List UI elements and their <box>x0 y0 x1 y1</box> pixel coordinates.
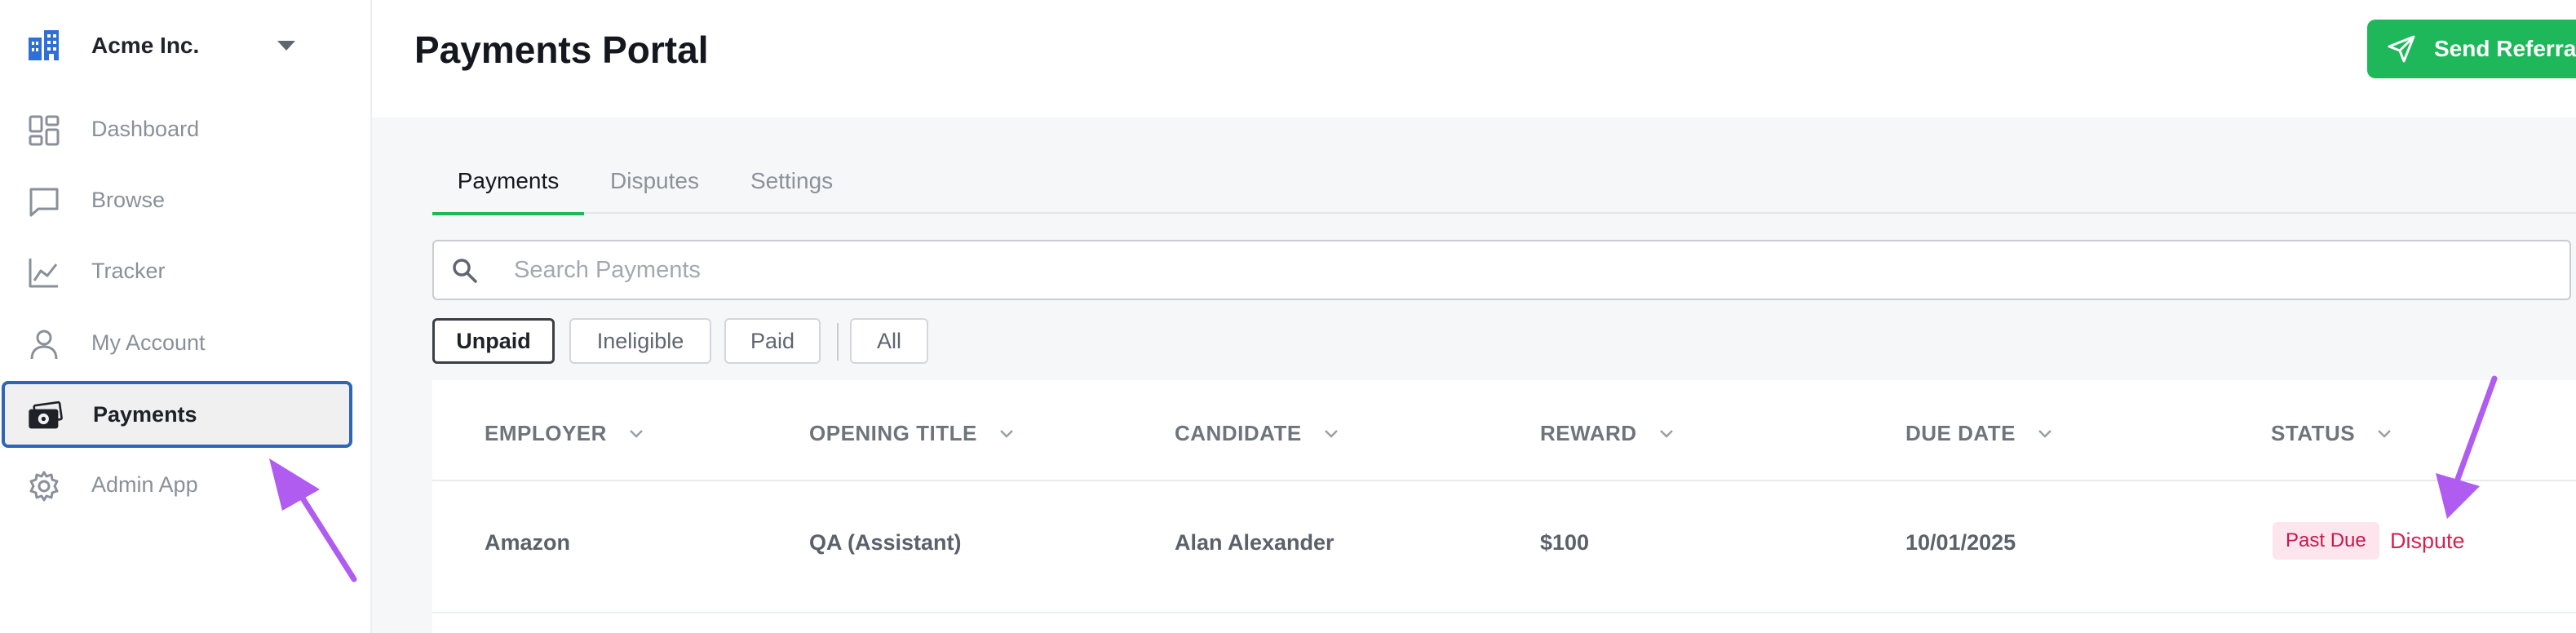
payments-table: EMPLOYER OPENING TITLE CANDIDATE REWARD … <box>432 380 2576 633</box>
filter-all-button[interactable]: All <box>850 318 928 364</box>
chevron-down-icon <box>630 430 643 438</box>
employer-cell: Amazon <box>485 530 571 555</box>
sidebar-item-label: My Account <box>91 330 206 355</box>
sidebar-item-browse[interactable]: Browse <box>0 167 354 232</box>
column-header-status[interactable]: STATUS <box>2271 419 2394 447</box>
sidebar-item-admin-app[interactable]: Admin App <box>0 452 354 517</box>
search-box <box>432 240 2571 300</box>
dispute-link[interactable]: Dispute <box>2390 529 2465 554</box>
opening-title-cell: QA (Assistant) <box>809 530 962 555</box>
sidebar-item-dashboard[interactable]: Dashboard <box>0 96 354 162</box>
filter-ineligible-button[interactable]: Ineligible <box>569 318 711 364</box>
table-header: EMPLOYER OPENING TITLE CANDIDATE REWARD … <box>432 380 2576 481</box>
search-input[interactable] <box>514 251 2472 289</box>
tab-disputes[interactable]: Disputes <box>610 163 699 214</box>
column-header-opening-title[interactable]: OPENING TITLE <box>809 419 1016 447</box>
person-icon <box>26 326 62 362</box>
sidebar-item-payments[interactable]: Payments <box>2 381 352 448</box>
column-label: CANDIDATE <box>1175 420 1302 445</box>
column-label: DUE DATE <box>1905 420 2016 445</box>
chevron-down-icon <box>2378 430 2392 438</box>
dashboard-icon <box>26 113 62 148</box>
chevron-down-icon <box>1659 430 1673 438</box>
sidebar-item-label: Admin App <box>91 471 198 497</box>
caret-down-icon[interactable] <box>277 41 295 51</box>
header: Payments Portal Send Referral <box>372 0 2576 117</box>
due-date-cell: 10/01/2025 <box>1905 530 2016 555</box>
tab-payments[interactable]: Payments <box>432 163 584 215</box>
send-referral-label: Send Referral <box>2434 36 2576 61</box>
send-referral-button[interactable]: Send Referral <box>2367 20 2576 78</box>
money-icon <box>28 398 64 434</box>
column-header-due-date[interactable]: DUE DATE <box>1905 419 2055 447</box>
filter-paid-button[interactable]: Paid <box>724 318 821 364</box>
column-header-candidate[interactable]: CANDIDATE <box>1175 419 1341 447</box>
sidebar: Acme Inc. Dashboard Browse Tracker My Ac… <box>0 0 372 633</box>
sidebar-item-label: Browse <box>91 187 166 212</box>
main-content: Payments Disputes Settings Unpaid Inelig… <box>372 117 2576 633</box>
column-label: REWARD <box>1540 420 1637 445</box>
column-label: EMPLOYER <box>485 420 607 445</box>
sidebar-item-my-account[interactable]: My Account <box>0 310 354 375</box>
tab-label: Payments <box>457 168 560 193</box>
status-badge: Past Due <box>2273 522 2379 560</box>
page-title: Payments Portal <box>414 29 709 71</box>
sidebar-item-label: Dashboard <box>91 116 200 141</box>
filter-label: All <box>876 328 901 353</box>
sidebar-item-tracker[interactable]: Tracker <box>0 238 354 303</box>
candidate-cell: Alan Alexander <box>1175 530 1334 555</box>
tab-bar: Payments Disputes Settings <box>432 163 2576 215</box>
filter-label: Unpaid <box>456 328 531 353</box>
line-chart-icon <box>26 255 62 290</box>
tab-label: Disputes <box>610 168 699 193</box>
chevron-down-icon <box>999 430 1013 438</box>
gear-icon <box>26 468 62 504</box>
sidebar-item-label: Tracker <box>91 258 166 283</box>
tab-settings[interactable]: Settings <box>750 163 833 214</box>
chevron-down-icon <box>1324 430 1338 438</box>
reward-cell: $100 <box>1540 530 1590 555</box>
column-header-reward[interactable]: REWARD <box>1540 419 1676 447</box>
paper-plane-icon <box>2387 33 2419 65</box>
filter-label: Ineligible <box>596 328 684 353</box>
column-header-employer[interactable]: EMPLOYER <box>485 419 646 447</box>
search-icon <box>450 256 480 286</box>
building-logo-icon <box>23 24 65 67</box>
filter-divider <box>837 323 839 361</box>
table-row: Amazon QA (Assistant) Alan Alexander $10… <box>432 483 2576 613</box>
org-name: Acme Inc. <box>91 33 200 58</box>
filter-label: Paid <box>750 328 795 353</box>
column-label: OPENING TITLE <box>809 420 977 445</box>
filter-unpaid-button[interactable]: Unpaid <box>432 318 555 364</box>
sidebar-item-label: Payments <box>93 401 197 427</box>
tab-label: Settings <box>750 168 834 193</box>
org-switcher[interactable]: Acme Inc. <box>23 24 349 67</box>
chevron-down-icon <box>2038 430 2052 438</box>
column-label: STATUS <box>2271 420 2356 445</box>
chat-bubble-icon <box>26 184 62 219</box>
